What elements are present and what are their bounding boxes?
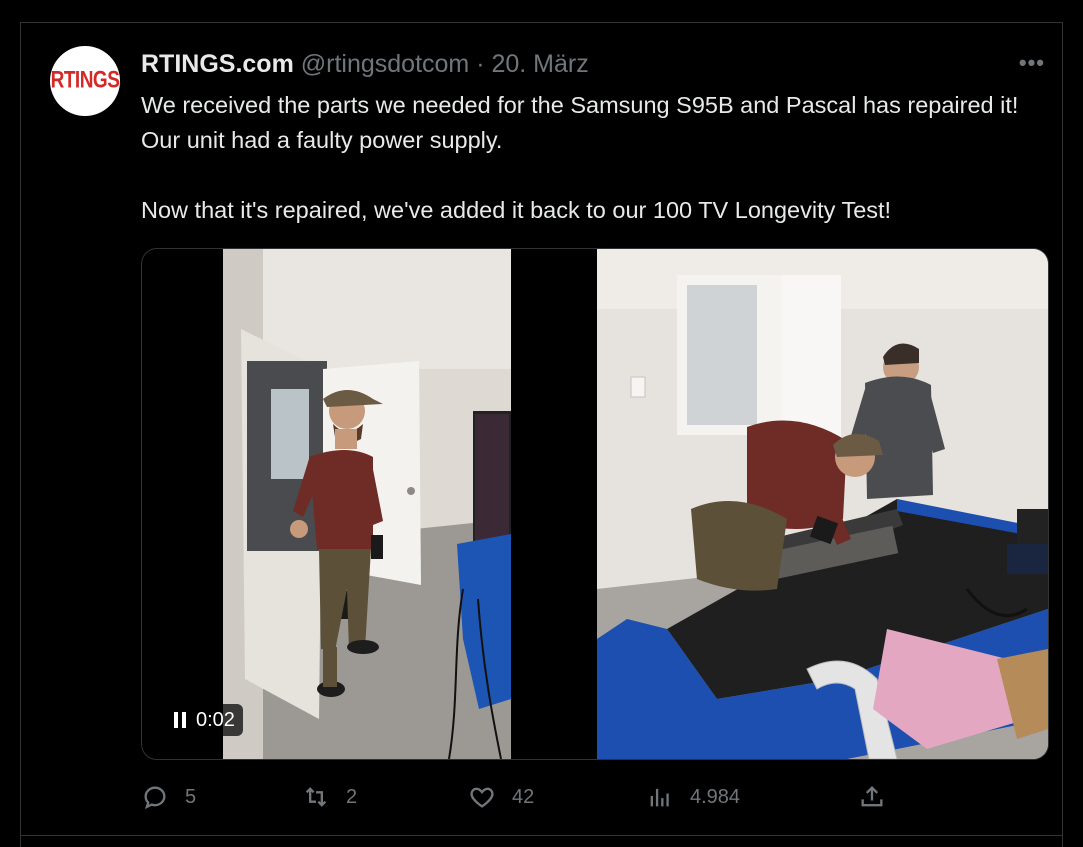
views-icon	[650, 788, 669, 807]
tweet-header: RTINGS.com @rtingsdotcom · 20. März	[141, 49, 589, 79]
share-button[interactable]	[858, 783, 886, 811]
video-player[interactable]: 0:02	[141, 248, 1049, 760]
more-options-button[interactable]: •••	[1019, 50, 1045, 76]
share-icon	[861, 786, 883, 807]
author-name[interactable]: RTINGS.com	[141, 50, 294, 78]
tweet-date[interactable]: 20. März	[491, 50, 588, 78]
retweet-count: 2	[346, 785, 358, 808]
retweet-button[interactable]: 2	[302, 783, 357, 811]
pause-icon[interactable]	[174, 712, 186, 728]
reply-count: 5	[185, 785, 197, 808]
header-separator: ·	[476, 50, 485, 78]
like-count: 42	[512, 785, 535, 808]
reply-icon	[144, 786, 166, 810]
video-frame-left	[223, 249, 511, 759]
heart-icon	[470, 787, 494, 808]
column-border-right	[1062, 22, 1063, 847]
timeline-divider-bottom	[20, 835, 1063, 836]
author-handle[interactable]: @rtingsdotcom	[301, 50, 470, 78]
tweet-text: We received the parts we needed for the …	[141, 92, 1019, 223]
reply-button[interactable]: 5	[141, 783, 196, 811]
avatar[interactable]: RTINGS	[50, 46, 120, 116]
like-button[interactable]: 42	[468, 783, 534, 811]
rtings-logo: RTINGS	[50, 67, 120, 94]
column-border-left	[20, 22, 21, 847]
video-time-badge[interactable]: 0:02	[164, 704, 243, 736]
retweet-icon	[305, 787, 327, 807]
views-button[interactable]: 4.984	[646, 783, 740, 811]
view-count: 4.984	[690, 785, 741, 808]
timeline-divider-top	[20, 22, 1063, 23]
video-time: 0:02	[196, 708, 235, 731]
video-frame-right	[597, 249, 1048, 759]
tweet-actions: 5 2 42 4.984	[0, 783, 1083, 817]
